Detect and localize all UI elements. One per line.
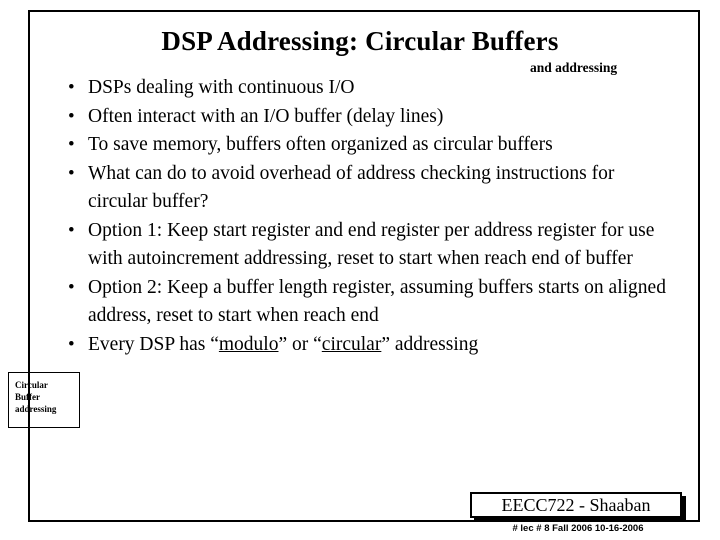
slide: DSP Addressing: Circular Buffers and add… (0, 0, 720, 540)
course-footer-text: EECC722 - Shaaban (501, 495, 651, 515)
course-footer-box: EECC722 - Shaaban (470, 492, 682, 518)
footer-meta: # lec # 8 Fall 2006 10-16-2006 (512, 523, 644, 534)
footer: EECC722 - Shaaban # lec # 8 Fall 2006 10… (0, 0, 720, 540)
